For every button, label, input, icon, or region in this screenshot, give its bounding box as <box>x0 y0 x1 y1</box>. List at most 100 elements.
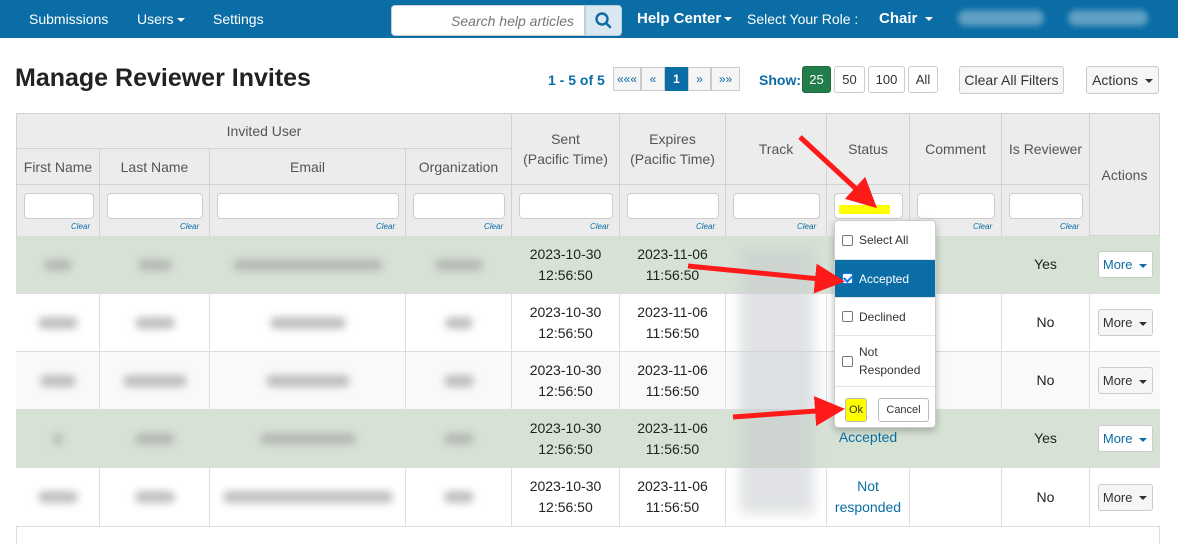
filter-last-name-clear[interactable]: Clear <box>180 222 199 231</box>
sent-date: 2023-10-30 <box>529 361 602 378</box>
cell-comment <box>910 468 1002 526</box>
cell-first-name <box>16 236 100 293</box>
caret-down-icon <box>1139 379 1148 384</box>
sent-date: 2023-10-30 <box>529 419 602 436</box>
show-25-button[interactable]: 25 <box>802 66 831 93</box>
checkbox-declined[interactable] <box>842 311 853 322</box>
nav-users[interactable]: Users <box>137 0 185 38</box>
cell-last-name <box>100 236 210 293</box>
option-select-all[interactable]: Select All <box>835 221 935 260</box>
clear-all-filters-button[interactable]: Clear All Filters <box>959 66 1064 94</box>
filter-email-input[interactable] <box>217 193 399 219</box>
user-menu-redacted[interactable] <box>958 10 1044 26</box>
filter-is-reviewer-clear[interactable]: Clear <box>1060 222 1079 231</box>
header-is-reviewer[interactable]: Is Reviewer <box>1002 113 1090 185</box>
cell-is-reviewer: Yes <box>1002 236 1090 293</box>
option-not-responded[interactable]: Not Responded <box>835 336 935 387</box>
show-50-button[interactable]: 50 <box>834 66 865 93</box>
role-select[interactable]: Chair <box>879 0 933 38</box>
header-organization[interactable]: Organization <box>406 149 512 185</box>
nav-submissions[interactable]: Submissions <box>29 0 108 38</box>
search-button[interactable] <box>585 5 622 36</box>
header-track[interactable]: Track <box>726 113 827 185</box>
filter-organization-clear[interactable]: Clear <box>484 222 503 231</box>
more-button[interactable]: More <box>1097 309 1153 336</box>
more-button[interactable]: More <box>1097 483 1153 511</box>
option-declined[interactable]: Declined <box>835 298 935 336</box>
filter-organization-input[interactable] <box>413 193 505 219</box>
checkbox-select-all[interactable] <box>842 234 853 246</box>
filter-email-clear[interactable]: Clear <box>376 222 395 231</box>
show-all-button[interactable]: All <box>908 66 938 93</box>
expires-date: 2023-11-06 <box>637 361 708 378</box>
header-status[interactable]: Status <box>827 113 910 185</box>
filter-track-clear[interactable]: Clear <box>797 222 816 231</box>
cell-status: Not responded <box>827 468 910 526</box>
sent-date: 2023-10-30 <box>529 478 602 494</box>
cell-actions: More <box>1090 236 1160 293</box>
sent-time: 12:56:50 <box>538 266 593 283</box>
more-label: More <box>1102 257 1133 272</box>
checkbox-not-responded[interactable] <box>842 355 853 367</box>
option-not-responded-line2: Responded <box>859 363 921 377</box>
filter-email: Clear <box>210 185 406 236</box>
show-100-button[interactable]: 100 <box>868 66 905 93</box>
cell-email <box>210 294 406 351</box>
pager-last[interactable]: »» <box>711 67 740 91</box>
expires-time: 11:56:50 <box>645 382 700 399</box>
more-label: More <box>1102 431 1133 446</box>
ok-button[interactable]: Ok <box>845 398 867 422</box>
filter-expires-clear[interactable]: Clear <box>696 222 715 231</box>
option-accepted[interactable]: Accepted <box>835 260 935 298</box>
header-email[interactable]: Email <box>210 149 406 185</box>
cell-email <box>210 236 406 293</box>
nav-settings[interactable]: Settings <box>213 0 264 38</box>
cell-actions: More <box>1090 294 1160 351</box>
pager-prev[interactable]: « <box>641 67 665 91</box>
cancel-button[interactable]: Cancel <box>878 398 929 422</box>
cell-sent: 2023-10-30 12:56:50 <box>512 410 620 467</box>
header-last-name[interactable]: Last Name <box>100 149 210 185</box>
nav-users-label: Users <box>137 11 174 27</box>
filter-last-name: Clear <box>100 185 210 236</box>
filter-sent-input[interactable] <box>519 193 613 219</box>
help-center-menu[interactable]: Help Center <box>637 0 733 38</box>
pager-current[interactable]: 1 <box>665 67 688 91</box>
filter-first-name-input[interactable] <box>24 193 94 219</box>
filter-organization: Clear <box>406 185 512 236</box>
status-accepted: Accepted <box>838 429 898 445</box>
sent-time: 12:56:50 <box>538 499 593 515</box>
filter-track-input[interactable] <box>733 193 820 219</box>
filter-sent-clear[interactable]: Clear <box>590 222 609 231</box>
expires-time: 11:56:50 <box>645 440 700 457</box>
filter-is-reviewer-input[interactable] <box>1009 193 1083 219</box>
actions-button[interactable]: Actions <box>1086 66 1159 94</box>
header-first-name[interactable]: First Name <box>16 149 100 185</box>
help-search-input[interactable] <box>391 5 585 36</box>
header-comment[interactable]: Comment <box>910 113 1002 185</box>
cell-sent: 2023-10-30 12:56:50 <box>512 352 620 409</box>
filter-comment-input[interactable] <box>917 193 995 219</box>
cell-last-name <box>100 410 210 467</box>
checkbox-accepted-checked[interactable] <box>842 273 853 284</box>
actions-label: Actions <box>1092 72 1139 88</box>
sent-date: 2023-10-30 <box>529 303 602 320</box>
pager-next[interactable]: » <box>688 67 711 91</box>
account-menu-redacted[interactable] <box>1068 10 1148 26</box>
caret-down-icon <box>1139 263 1148 268</box>
pager-first[interactable]: ««« <box>613 67 641 91</box>
cell-first-name <box>16 410 100 467</box>
option-not-responded-label: Not Responded <box>859 343 920 379</box>
header-sent[interactable]: Sent (Pacific Time) <box>512 113 620 185</box>
filter-first-name-clear[interactable]: Clear <box>71 222 90 231</box>
cell-expires: 2023-11-06 11:56:50 <box>620 410 726 467</box>
more-button[interactable]: More <box>1097 367 1153 394</box>
filter-last-name-input[interactable] <box>107 193 203 219</box>
table-row: 2023-10-30 12:56:50 2023-11-06 11:56:50 Ac… <box>16 410 1160 468</box>
more-button[interactable]: More <box>1097 251 1153 278</box>
header-expires[interactable]: Expires (Pacific Time) <box>620 113 726 185</box>
caret-down-icon <box>176 18 185 23</box>
filter-comment-clear[interactable]: Clear <box>973 222 992 231</box>
filter-expires-input[interactable] <box>627 193 719 219</box>
more-button[interactable]: More <box>1097 425 1153 452</box>
